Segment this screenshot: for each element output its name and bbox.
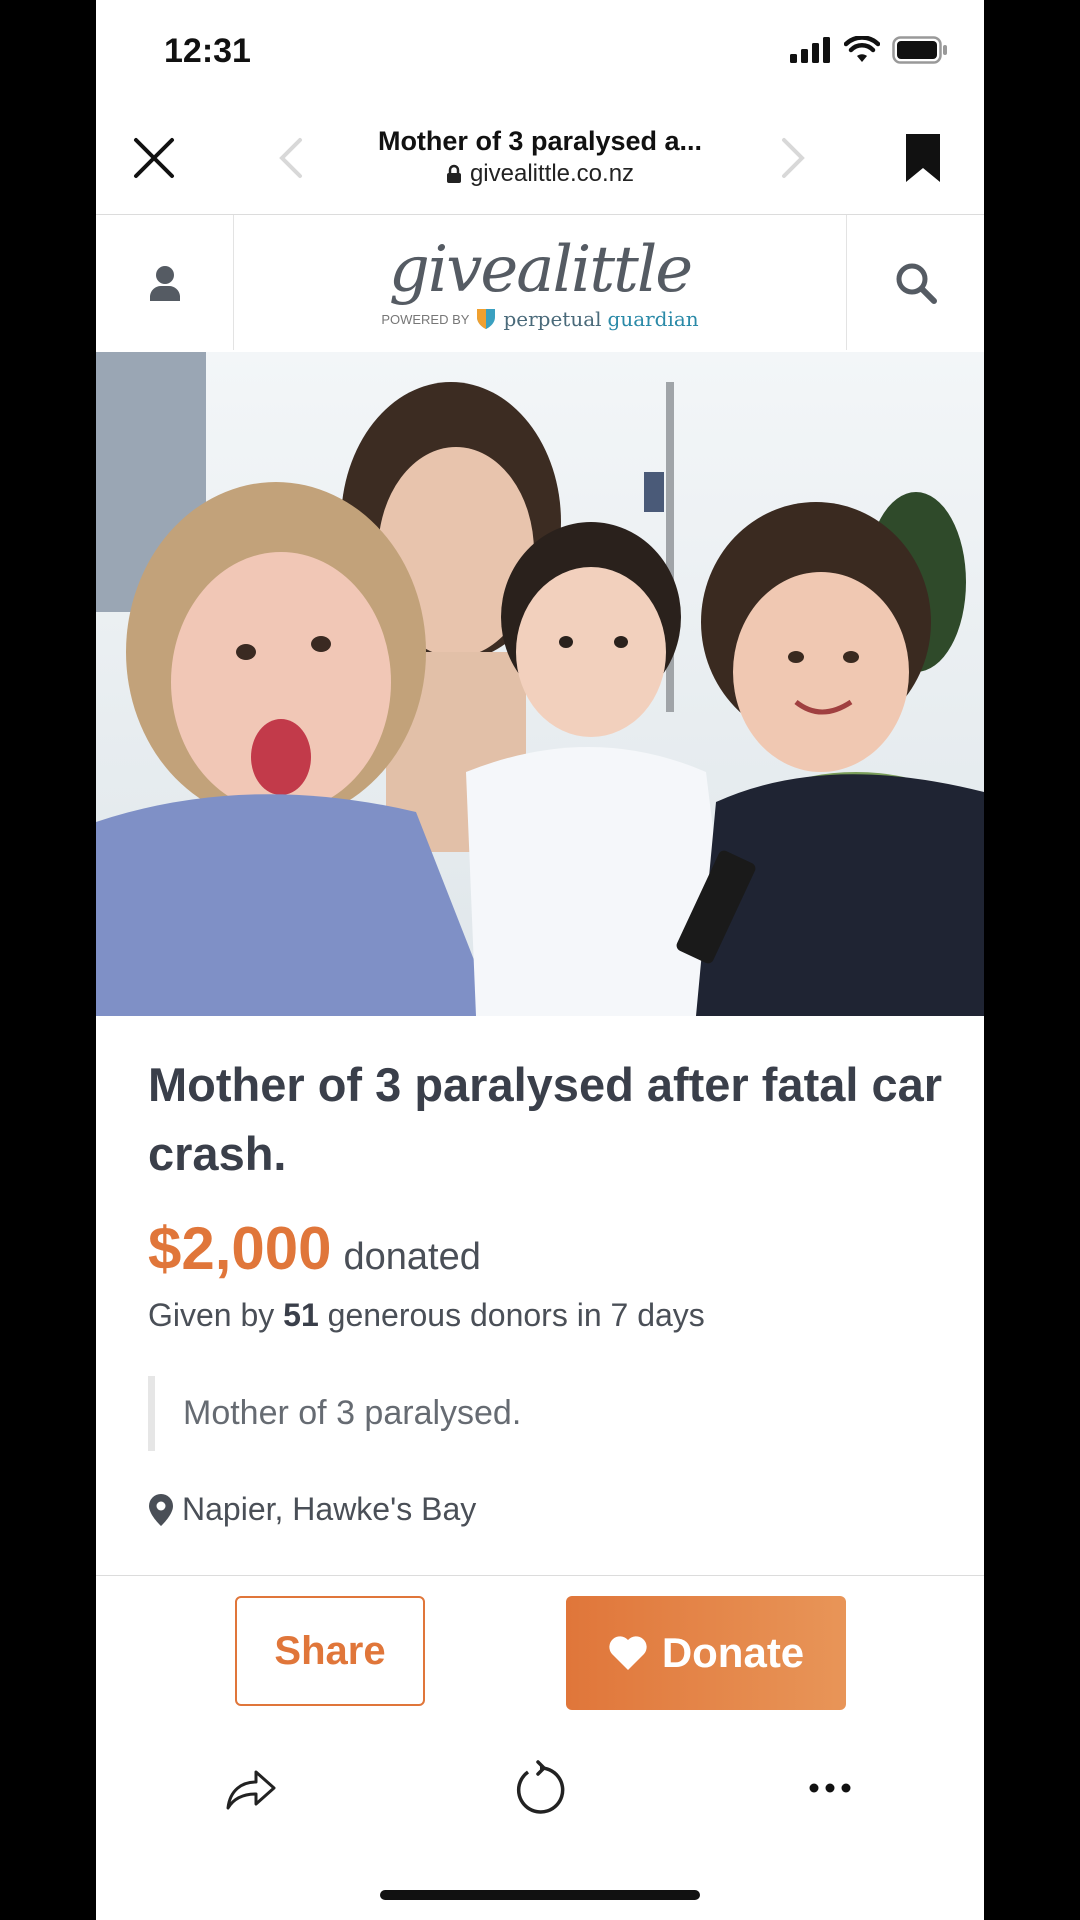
status-icons xyxy=(790,36,948,64)
powered-by-label: POWERED BY xyxy=(381,311,470,327)
share-arrow-icon[interactable] xyxy=(222,1760,278,1816)
share-button[interactable]: Share xyxy=(235,1596,425,1706)
donor-count: 51 xyxy=(283,1297,319,1333)
browser-header: Mother of 3 paralysed a... givealittle.c… xyxy=(96,100,984,215)
more-options-icon[interactable] xyxy=(802,1760,858,1816)
battery-icon xyxy=(892,36,947,64)
partner-name-1: perpetual xyxy=(503,307,602,331)
wifi-icon xyxy=(844,36,880,62)
location-text: Napier, Hawke's Bay xyxy=(182,1491,477,1527)
url-text: givealittle.co.nz xyxy=(469,160,635,187)
page-title: Mother of 3 paralysed a... xyxy=(377,126,703,156)
cellular-signal-icon xyxy=(790,37,830,63)
site-header: givealittle POWERED BY perpetual guardia… xyxy=(96,215,984,350)
amount-raised: $2,000 xyxy=(148,1215,332,1282)
donors-suffix: generous donors in 7 days xyxy=(327,1297,705,1333)
search-button[interactable] xyxy=(846,215,984,350)
logo-powered-by: POWERED BY perpetual guardian xyxy=(233,307,847,331)
heart-icon xyxy=(609,1636,647,1670)
campaign-photo xyxy=(96,352,984,1016)
phone-screen: 12:31 Mother of 3 paralysed a... giveali… xyxy=(96,0,984,1920)
campaign-details: Mother of 3 paralysed after fatal car cr… xyxy=(148,1050,948,1528)
lock-icon xyxy=(446,164,461,183)
donate-label: Donate xyxy=(661,1629,805,1676)
donors-prefix: Given by xyxy=(148,1297,275,1333)
user-icon xyxy=(149,265,180,301)
action-bar: Share Donate xyxy=(96,1575,984,1729)
page-url: givealittle.co.nz xyxy=(296,160,784,188)
campaign-summary: Mother of 3 paralysed. xyxy=(148,1376,948,1451)
givealittle-logo[interactable]: givealittle POWERED BY perpetual guardia… xyxy=(233,215,847,350)
forward-chevron-icon[interactable] xyxy=(772,136,812,180)
account-button[interactable] xyxy=(96,215,234,350)
partner-name-2: guardian xyxy=(607,307,699,331)
perpetual-guardian-shield-icon xyxy=(477,309,496,329)
status-time: 12:31 xyxy=(164,32,251,70)
amount-row: $2,000 donated xyxy=(148,1214,948,1283)
logo-wordmark: givealittle xyxy=(388,233,693,307)
campaign-headline: Mother of 3 paralysed after fatal car cr… xyxy=(148,1058,943,1180)
home-indicator[interactable] xyxy=(380,1890,700,1900)
status-bar: 12:31 xyxy=(96,0,984,100)
campaign-location: Napier, Hawke's Bay xyxy=(148,1491,948,1528)
donate-button[interactable]: Donate xyxy=(566,1596,846,1710)
donor-summary: Given by 51 generous donors in 7 days xyxy=(148,1297,948,1334)
bookmark-icon[interactable] xyxy=(904,132,942,184)
search-icon xyxy=(896,263,937,304)
close-icon[interactable] xyxy=(132,136,176,180)
map-pin-icon xyxy=(149,1493,173,1526)
amount-suffix: donated xyxy=(343,1236,481,1278)
reload-icon[interactable] xyxy=(512,1760,568,1816)
